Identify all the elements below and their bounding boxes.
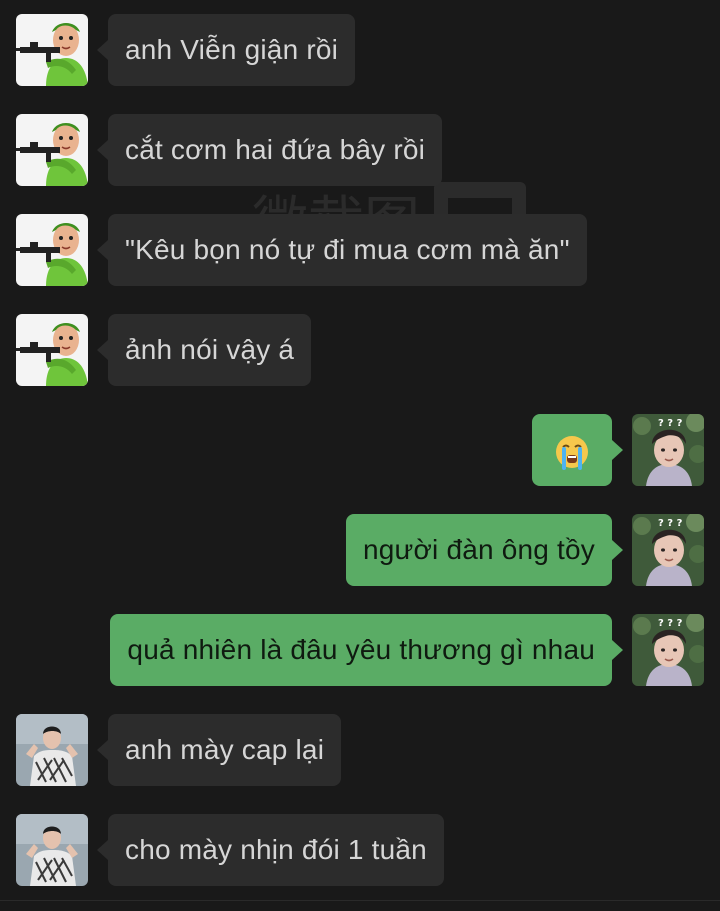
message-row-outgoing: quả nhiên là đâu yêu thương gì nhau ? ? … (0, 614, 720, 686)
message-bubble[interactable]: anh mày cap lại (96, 714, 342, 786)
divider (0, 900, 720, 901)
message-text: người đàn ông tồy (363, 534, 595, 565)
message-bubble[interactable]: quả nhiên là đâu yêu thương gì nhau (110, 614, 623, 686)
message-bubble[interactable]: "Kêu bọn nó tự đi mua cơm mà ăn" (97, 214, 587, 286)
message-row-incoming: anh mày cap lại (0, 714, 720, 786)
message-row-outgoing: người đàn ông tồy ? ? ? (0, 514, 720, 586)
svg-text:? ? ?: ? ? ? (658, 518, 683, 529)
message-text: anh mày cap lại (125, 734, 325, 765)
contact-avatar-striped-shirt[interactable] (16, 714, 88, 786)
my-avatar[interactable]: ? ? ? (632, 514, 704, 586)
crying-face-emoji-icon (556, 436, 588, 470)
message-row-outgoing: ? ? ? (0, 414, 720, 486)
message-row-incoming: "Kêu bọn nó tự đi mua cơm mà ăn" (0, 214, 720, 286)
contact-avatar-green-costume[interactable] (16, 114, 88, 186)
message-row-incoming: ảnh nói vậy á (0, 314, 720, 386)
message-text: cắt cơm hai đứa bây rồi (125, 134, 426, 165)
message-text: quả nhiên là đâu yêu thương gì nhau (127, 634, 595, 665)
message-text: ảnh nói vậy á (125, 334, 295, 365)
message-text: "Kêu bọn nó tự đi mua cơm mà ăn" (125, 234, 570, 265)
message-row-incoming: cắt cơm hai đứa bây rồi (0, 114, 720, 186)
contact-avatar-green-costume[interactable] (16, 314, 88, 386)
message-bubble[interactable]: anh Viễn giận rồi (96, 14, 356, 86)
message-bubble[interactable]: cắt cơm hai đứa bây rồi (96, 114, 443, 186)
message-bubble[interactable]: ảnh nói vậy á (96, 314, 312, 386)
contact-avatar-green-costume[interactable] (16, 214, 88, 286)
contact-avatar-green-costume[interactable] (16, 14, 88, 86)
message-bubble[interactable]: cho mày nhịn đói 1 tuần (97, 814, 444, 886)
my-avatar[interactable]: ? ? ? (632, 414, 704, 486)
contact-avatar-striped-shirt[interactable] (16, 814, 88, 886)
svg-text:? ? ?: ? ? ? (658, 418, 683, 429)
my-avatar[interactable]: ? ? ? (632, 614, 704, 686)
message-bubble[interactable] (532, 414, 623, 486)
message-bubble[interactable]: người đàn ông tồy (346, 514, 623, 586)
message-row-incoming: cho mày nhịn đói 1 tuần (0, 814, 720, 886)
message-text: cho mày nhịn đói 1 tuần (125, 834, 427, 865)
message-row-incoming: anh Viễn giận rồi (0, 14, 720, 86)
svg-text:? ? ?: ? ? ? (658, 618, 683, 629)
message-text: anh Viễn giận rồi (125, 34, 339, 65)
